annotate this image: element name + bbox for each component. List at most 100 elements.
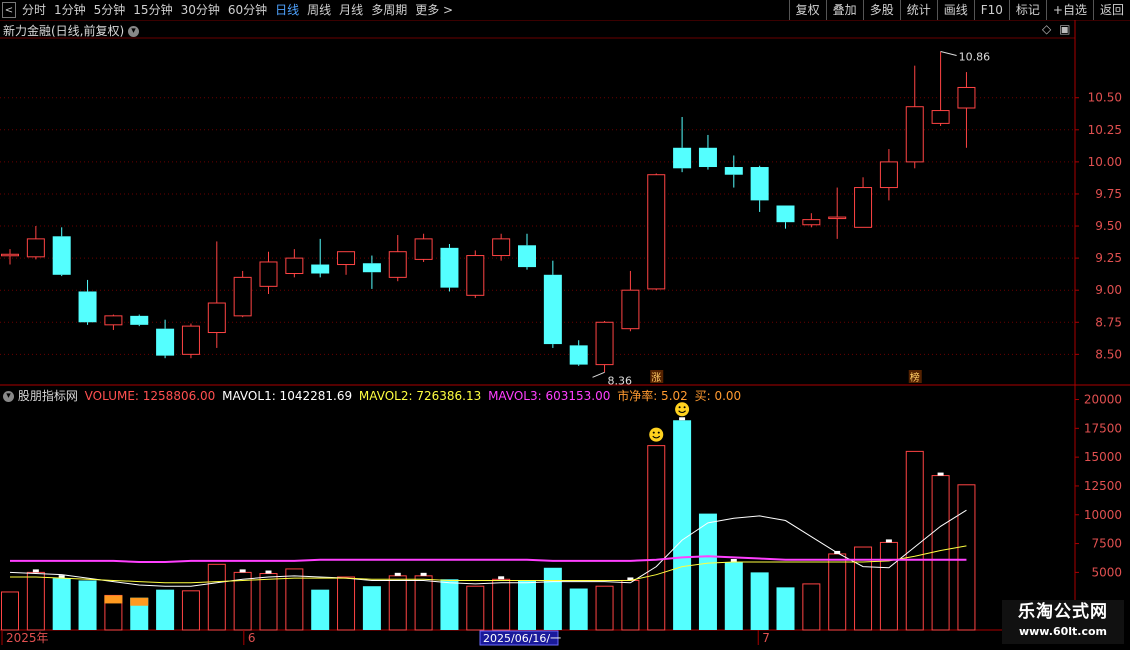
smiley-icon [649,427,664,442]
max-pointer-line [940,51,957,57]
dropdown-icon[interactable]: ▾ [128,26,140,37]
price-tick-label: 8.50 [1095,347,1122,361]
volume-bar [337,576,356,631]
candle-body [466,255,485,296]
volume-marker [239,569,246,573]
candle-body [647,174,666,290]
candle-body [698,147,717,168]
stock-chart[interactable]: 8.50 8.75 9.00 9.25 9.50 9.75 10.00 10.25 10.50 1… [0,0,1130,650]
candle-body [207,302,226,334]
volume-marker [498,576,505,580]
candle-body [518,245,536,268]
smiley-eye [683,406,686,409]
volume-bar [259,573,278,631]
price-tick-label: 10.25 [1088,123,1122,137]
candle-body [595,321,614,366]
smiley-icon [675,402,690,417]
volume-bar [26,571,45,631]
diamond-icon[interactable]: ◇ [1042,22,1051,36]
bang-badge: 榜 [908,370,922,384]
indicator-name: 股朋指标网 [17,389,78,403]
window-icon[interactable]: ▣ [1059,22,1070,36]
stock-title: 新力金融(日线,前复权) [3,24,125,38]
smiley-face [675,402,690,417]
buy-value: 买: 0.00 [694,389,742,403]
volume-bar [879,541,898,631]
volume-panel-legend: ▾ 股朋指标网 VOLUME: 1258806.00 MAVOL1: 10422… [3,387,741,404]
candle-body [362,263,381,273]
volume-dropdown-icon[interactable]: ▾ [3,391,14,402]
volume-tick-label: 17500 [1084,421,1122,435]
volume-marker [420,572,427,576]
volume-bar [440,579,459,630]
volume-marker [937,472,944,476]
candle-body [905,106,924,163]
volume-bar [207,563,226,631]
volume-bar [905,450,924,631]
candle-body [673,147,692,169]
date-cursor-label: 2025/06/16/一 [483,632,561,645]
pb-value: 市净率: 5.02 [617,389,688,403]
volume-bar [957,484,976,631]
volume-marker [885,539,892,543]
date-label: 7 [762,631,770,645]
volume-bar [569,588,588,630]
volume-bar [492,578,511,631]
volume-tick-label: 7500 [1091,537,1122,551]
volume-bar [698,513,717,630]
volume-bar [78,580,97,630]
volume-bar [466,585,485,631]
candle-body [156,328,175,356]
mavol-line-1 [9,509,967,587]
volume-tick-label: 15000 [1084,450,1122,464]
volume-bar [802,583,821,631]
candle-body [181,325,200,355]
candle-body [802,219,821,226]
volume-bar [156,589,175,630]
smiley-eye [678,406,681,409]
watermark-title: 乐淘公式网 [1018,602,1108,622]
smiley-eye [652,431,655,434]
volume-tick-label: 20000 [1084,393,1122,407]
volume-bar [518,580,536,630]
volume-bar [621,579,640,631]
min-price-label: 8.36 [608,374,633,387]
watermark-url: www.60lt.com [1018,625,1108,638]
candle-body [233,276,252,317]
volume-bar [311,589,330,630]
volume-value: VOLUME: 1258806.00 [84,389,216,403]
candle-body [104,315,123,326]
price-tick-label: 9.50 [1095,219,1122,233]
candle-body [259,261,278,287]
candle-body [776,205,795,223]
mavol3-value: MAVOL3: 603153.00 [488,389,611,403]
volume-bar [52,578,71,630]
candle-body [724,167,743,175]
mavol1-value: MAVOL1: 1042281.69 [222,389,353,403]
price-tick-label: 9.75 [1095,187,1122,201]
volume-marker [679,417,686,421]
watermark: 乐淘公式网 www.60lt.com [1002,600,1124,644]
volume-bar [362,586,381,630]
volume-bar [181,590,200,631]
price-tick-label: 9.25 [1095,251,1122,265]
candle-body [78,291,97,323]
price-tick-label: 10.00 [1088,155,1122,169]
volume-tick-label: 10000 [1084,508,1122,522]
candle-body [414,238,433,260]
candle-body [621,289,640,330]
volume-bar [828,553,847,631]
volume-marker [32,569,39,573]
candle-body [879,161,898,189]
candle-body [26,238,45,258]
zhang-badge: 涨 [650,370,664,384]
smiley-face [649,427,664,442]
volume-bar [750,572,769,630]
candle-body [492,238,511,257]
candle-body [854,187,873,228]
candle-body [311,264,330,274]
candle-body [130,315,149,325]
candle-body [569,345,588,365]
date-label: 2025年 [6,631,49,645]
volume-bar-highlight [130,597,149,606]
